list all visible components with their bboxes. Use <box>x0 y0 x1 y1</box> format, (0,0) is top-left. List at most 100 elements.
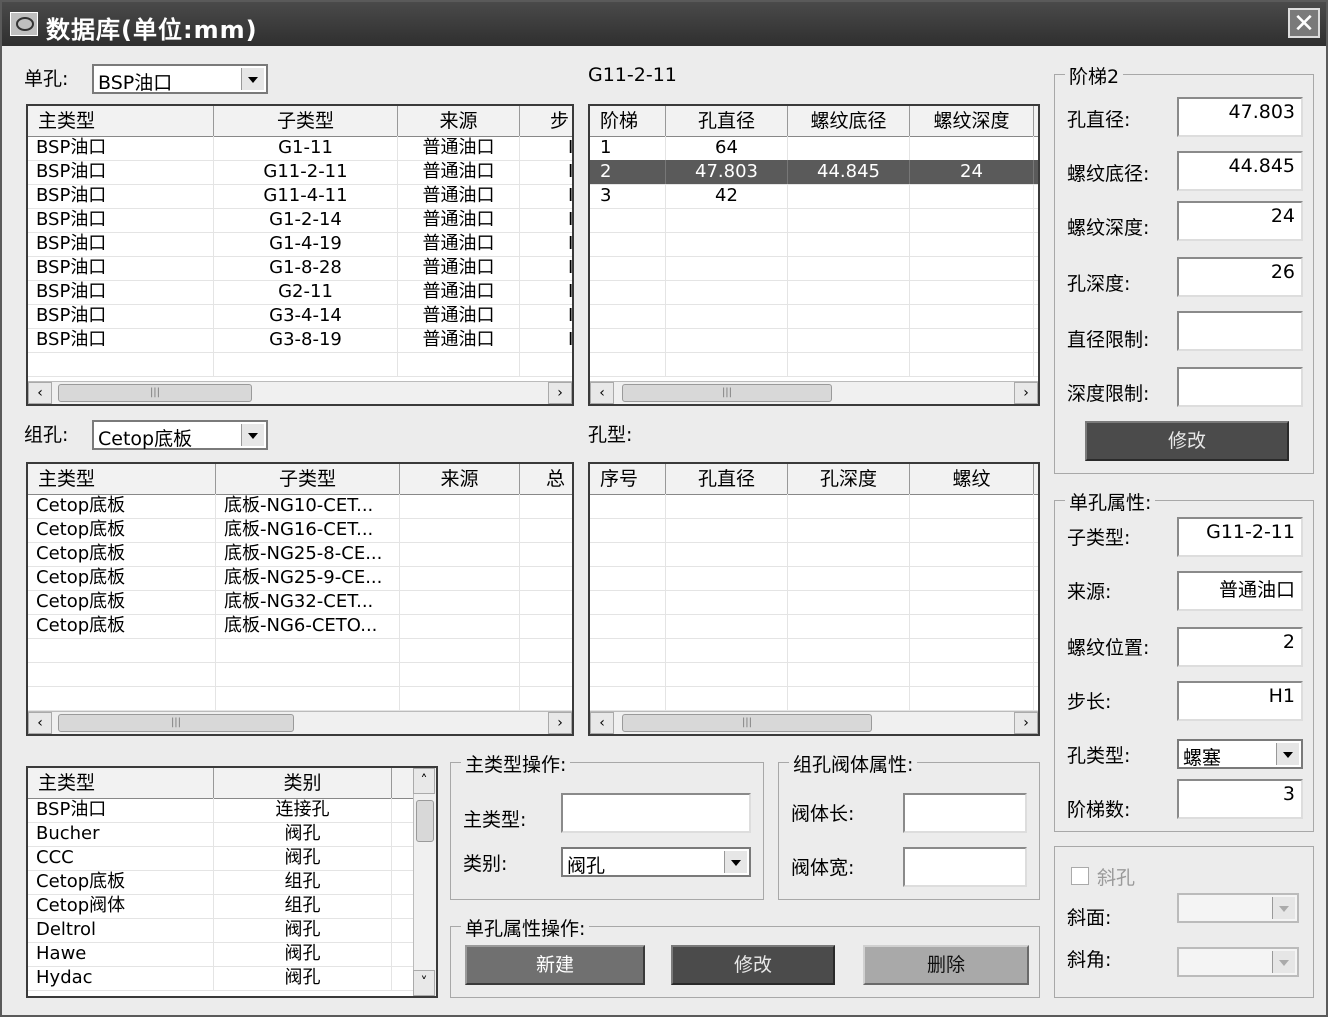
new-button[interactable]: 新建 <box>465 945 645 985</box>
col-source[interactable]: 来源 <box>398 106 520 136</box>
source-input[interactable]: 普通油口 <box>1177 571 1303 611</box>
table-row[interactable] <box>590 662 1038 687</box>
table-row[interactable]: Cetop底板 底板-NG16-CET... <box>28 518 572 543</box>
table-row[interactable]: BSP油口 G1-8-28 普通油口 I <box>28 256 572 281</box>
table-row[interactable]: 1 64 <box>590 136 1038 161</box>
table-row[interactable]: Cetop底板 底板-NG32-CET... <box>28 590 572 615</box>
scroll-left-icon[interactable]: ‹ <box>28 712 52 734</box>
step-table[interactable]: 阶梯 孔直径 螺纹底径 螺纹深度 1 64 2 47.803 44.845 24 3 42 ‹… <box>588 104 1040 406</box>
table-row[interactable] <box>590 638 1038 663</box>
chevron-down-icon[interactable] <box>1272 897 1295 919</box>
table-row[interactable] <box>590 566 1038 591</box>
table-row[interactable] <box>28 638 572 663</box>
depth-limit-input[interactable] <box>1177 367 1303 407</box>
table-row[interactable]: BSP油口 G2-11 普通油口 I <box>28 280 572 305</box>
valve-width-input[interactable] <box>903 847 1027 887</box>
thread-depth-input[interactable]: 24 <box>1177 201 1303 241</box>
subtype-input[interactable]: G11-2-11 <box>1177 517 1303 557</box>
table-row[interactable] <box>590 304 1038 329</box>
scroll-thumb[interactable] <box>416 800 434 842</box>
col-main-type[interactable]: 主类型 <box>28 768 214 798</box>
col-sub-type[interactable]: 子类型 <box>216 464 400 494</box>
table-row[interactable]: Cetop底板 底板-NG25-8-CE... <box>28 542 572 567</box>
modify-button[interactable]: 修改 <box>671 945 835 985</box>
col-depth[interactable]: 孔深度 <box>788 464 910 494</box>
scroll-thumb[interactable]: ||| <box>58 714 294 732</box>
scroll-left-icon[interactable]: ‹ <box>590 712 614 734</box>
table-row[interactable]: BSP油口 连接孔 <box>28 798 436 823</box>
col-total[interactable]: 总 <box>520 464 572 494</box>
valve-length-input[interactable] <box>903 793 1027 833</box>
table-row[interactable]: 2 47.803 44.845 24 <box>590 160 1038 185</box>
col-diameter[interactable]: 孔直径 <box>666 464 788 494</box>
incline-face-combo[interactable] <box>1177 893 1299 923</box>
step2-modify-button[interactable]: 修改 <box>1085 421 1289 461</box>
table-row[interactable] <box>590 590 1038 615</box>
scroll-right-icon[interactable]: › <box>548 382 572 404</box>
hole-kind-combo[interactable]: 螺塞 <box>1177 739 1303 769</box>
col-index[interactable]: 序号 <box>590 464 666 494</box>
scroll-thumb[interactable]: ||| <box>622 714 872 732</box>
table-row[interactable] <box>590 352 1038 377</box>
diameter-input[interactable]: 47.803 <box>1177 97 1303 137</box>
table-row[interactable]: Cetop阀体 组孔 <box>28 894 436 919</box>
table-row[interactable] <box>590 518 1038 543</box>
incline-angle-combo[interactable] <box>1177 947 1299 977</box>
table-row[interactable] <box>590 232 1038 257</box>
hole-depth-input[interactable]: 26 <box>1177 257 1303 297</box>
scroll-right-icon[interactable]: › <box>1014 712 1038 734</box>
step-input[interactable]: H1 <box>1177 681 1303 721</box>
group-hole-list[interactable]: 主类型 子类型 来源 总 Cetop底板 底板-NG10-CET... Cetop底… <box>26 462 574 736</box>
dia-limit-input[interactable] <box>1177 311 1303 351</box>
table-row[interactable] <box>590 614 1038 639</box>
table-row[interactable] <box>28 352 572 377</box>
chevron-down-icon[interactable] <box>724 851 747 873</box>
thread-base-input[interactable]: 44.845 <box>1177 151 1303 191</box>
step-count-input[interactable]: 3 <box>1177 779 1303 819</box>
table-row[interactable] <box>590 542 1038 567</box>
table-row[interactable] <box>28 686 572 711</box>
hole-type-table[interactable]: 序号 孔直径 孔深度 螺纹 ‹ ||| › <box>588 462 1040 736</box>
scroll-up-icon[interactable]: ˄ <box>413 768 435 794</box>
table-row[interactable]: BSP油口 G1-2-14 普通油口 I <box>28 208 572 233</box>
thread-pos-input[interactable]: 2 <box>1177 627 1303 667</box>
col-thread-base[interactable]: 螺纹底径 <box>788 106 910 136</box>
table-row[interactable]: BSP油口 G11-2-11 普通油口 I <box>28 160 572 185</box>
table-row[interactable] <box>590 328 1038 353</box>
table-row[interactable]: CCC 阀孔 <box>28 846 436 871</box>
table-row[interactable]: Bucher 阀孔 <box>28 822 436 847</box>
col-main-type[interactable]: 主类型 <box>28 464 216 494</box>
table-row[interactable]: Cetop底板 组孔 <box>28 870 436 895</box>
table-row[interactable] <box>590 208 1038 233</box>
single-hole-combo[interactable]: BSP油口 <box>92 64 268 94</box>
table-row[interactable] <box>590 686 1038 711</box>
table-row[interactable] <box>590 256 1038 281</box>
scroll-right-icon[interactable]: › <box>1014 382 1038 404</box>
table-row[interactable]: Cetop底板 底板-NG25-9-CE... <box>28 566 572 591</box>
table-row[interactable]: BSP油口 G1-4-19 普通油口 I <box>28 232 572 257</box>
group-hole-combo[interactable]: Cetop底板 <box>92 420 268 450</box>
main-type-input[interactable] <box>561 793 751 833</box>
scroll-left-icon[interactable]: ‹ <box>590 382 614 404</box>
single-hole-list[interactable]: 主类型 子类型 来源 步 BSP油口 G1-11 普通油口 I BSP油口 G11-2-1… <box>26 104 574 406</box>
scroll-down-icon[interactable]: ˅ <box>413 970 435 996</box>
table-row[interactable]: BSP油口 G3-8-19 普通油口 I <box>28 328 572 353</box>
col-source[interactable]: 来源 <box>400 464 520 494</box>
horizontal-scrollbar[interactable]: ‹ ||| › <box>28 711 572 734</box>
col-sub-type[interactable]: 子类型 <box>214 106 398 136</box>
scroll-thumb[interactable]: ||| <box>58 384 252 402</box>
table-row[interactable]: BSP油口 G11-4-11 普通油口 I <box>28 184 572 209</box>
close-button[interactable]: ✕ <box>1288 8 1320 38</box>
table-row[interactable]: Cetop底板 底板-NG10-CET... <box>28 494 572 519</box>
chevron-down-icon[interactable] <box>1272 951 1295 973</box>
table-row[interactable] <box>590 494 1038 519</box>
main-type-list[interactable]: 主类型 类别 BSP油口 连接孔 Bucher 阀孔 CCC 阀孔 Cetop底板 组孔 Cet… <box>26 766 438 998</box>
horizontal-scrollbar[interactable]: ‹ ||| › <box>28 381 572 404</box>
horizontal-scrollbar[interactable]: ‹ ||| › <box>590 381 1038 404</box>
col-thread[interactable]: 螺纹 <box>910 464 1034 494</box>
chevron-down-icon[interactable] <box>1276 743 1299 765</box>
table-row[interactable]: BSP油口 G3-4-14 普通油口 I <box>28 304 572 329</box>
col-main-type[interactable]: 主类型 <box>28 106 214 136</box>
chevron-down-icon[interactable] <box>241 424 264 446</box>
chevron-down-icon[interactable] <box>241 68 264 90</box>
